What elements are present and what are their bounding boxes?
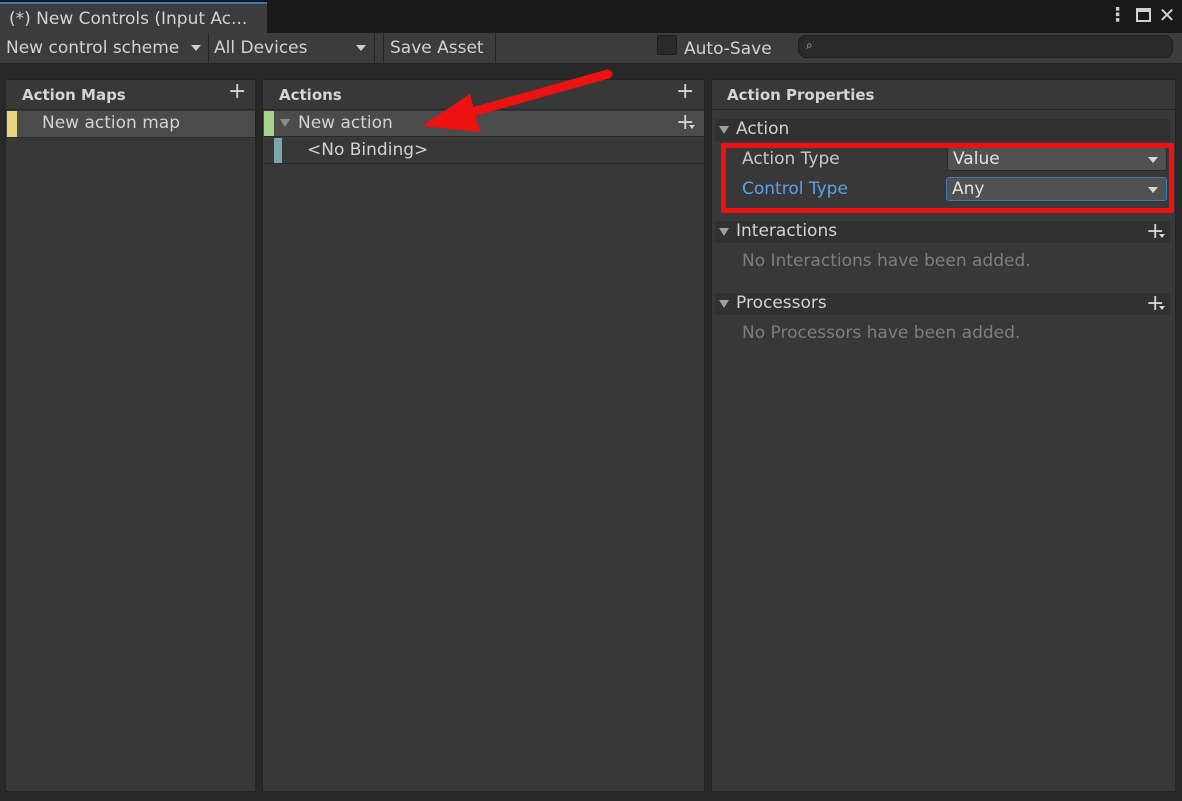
close-icon[interactable]: ✕	[1157, 3, 1177, 27]
kebab-menu-icon[interactable]: ⋮	[1108, 5, 1127, 25]
collapse-triangle-icon[interactable]	[719, 228, 729, 236]
toolbar-divider	[495, 33, 496, 63]
action-maps-panel	[5, 79, 256, 792]
header-divider	[6, 109, 255, 110]
toolbar-divider	[374, 33, 375, 63]
binding-color-bar	[274, 138, 282, 163]
save-asset-label: Save Asset	[390, 38, 484, 58]
action-label: New action	[298, 113, 393, 133]
devices-dropdown[interactable]: All Devices	[214, 33, 307, 63]
action-map-color-bar	[7, 111, 17, 137]
header-divider	[712, 109, 1175, 110]
action-map-label: New action map	[42, 113, 180, 133]
action-properties-header: Action Properties	[727, 86, 875, 104]
interactions-empty-text: No Interactions have been added.	[742, 251, 1031, 271]
toolbar-divider	[383, 33, 384, 63]
collapse-triangle-icon[interactable]	[719, 300, 729, 308]
action-color-bar	[264, 111, 274, 136]
add-interaction-icon[interactable]: +	[1146, 221, 1164, 243]
action-maps-header: Action Maps	[22, 86, 126, 104]
auto-save-label: Auto-Save	[684, 39, 772, 59]
collapse-triangle-icon[interactable]	[719, 126, 729, 134]
red-arrow-annotation	[422, 69, 613, 132]
row-divider	[263, 163, 704, 164]
chevron-down-icon	[356, 45, 366, 51]
action-section-header[interactable]: Action	[715, 119, 1170, 141]
search-icon: ⌕	[806, 38, 813, 52]
binding-label: <No Binding>	[307, 140, 429, 160]
chevron-down-icon	[1159, 306, 1165, 310]
actions-panel	[262, 79, 705, 792]
chevron-down-icon	[689, 125, 695, 129]
search-input[interactable]	[798, 35, 1173, 58]
toolbar-divider	[208, 33, 209, 63]
interactions-title: Interactions	[736, 221, 838, 241]
chevron-down-icon	[1159, 234, 1165, 238]
binding-row[interactable]: <No Binding>	[263, 138, 704, 163]
maximize-icon[interactable]	[1136, 8, 1151, 22]
chevron-down-icon	[191, 45, 201, 51]
action-map-row[interactable]: New action map	[6, 111, 255, 137]
add-action-icon[interactable]: +	[676, 81, 694, 103]
window-tab-title: (*) New Controls (Input Ac...	[9, 9, 248, 29]
window-tab[interactable]: (*) New Controls (Input Ac...	[0, 2, 267, 33]
row-divider	[6, 137, 255, 138]
actions-header: Actions	[279, 86, 342, 104]
interactions-section-header[interactable]: Interactions +	[715, 221, 1170, 243]
save-asset-button[interactable]: Save Asset	[390, 33, 484, 63]
processors-title: Processors	[736, 293, 827, 313]
processors-empty-text: No Processors have been added.	[742, 323, 1021, 343]
row-divider	[263, 136, 704, 137]
auto-save-checkbox[interactable]	[657, 35, 677, 55]
devices-label: All Devices	[214, 38, 308, 58]
add-binding-icon[interactable]: +	[676, 112, 694, 134]
control-scheme-dropdown[interactable]: New control scheme	[6, 33, 179, 63]
expand-triangle-icon[interactable]	[280, 119, 290, 127]
add-action-map-icon[interactable]: +	[228, 81, 246, 103]
control-scheme-label: New control scheme	[6, 38, 180, 58]
action-section-title: Action	[736, 119, 790, 139]
add-processor-icon[interactable]: +	[1146, 293, 1164, 315]
red-highlight-box	[721, 143, 1174, 213]
processors-section-header[interactable]: Processors +	[715, 293, 1170, 315]
